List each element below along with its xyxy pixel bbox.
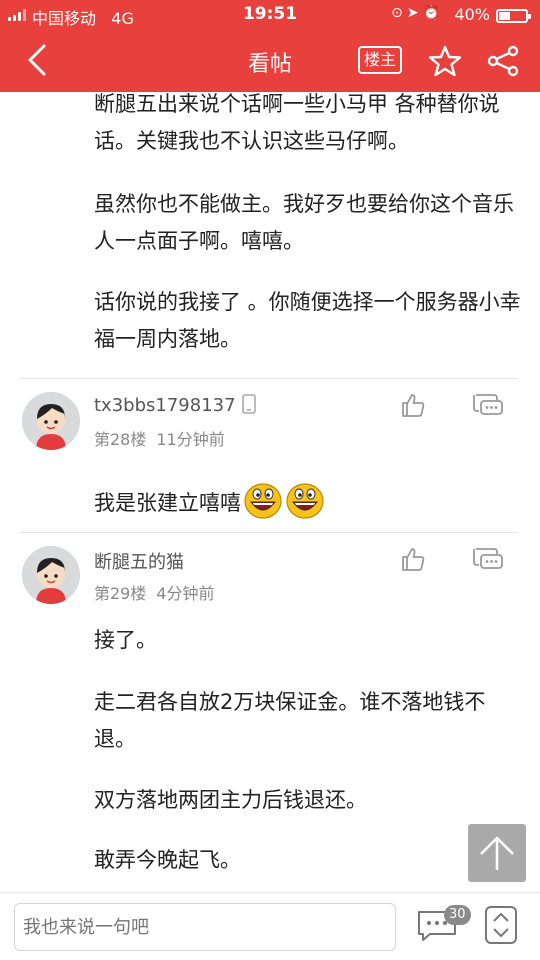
default-avatar-icon: [22, 392, 80, 450]
thumbs-up-icon[interactable]: [400, 392, 426, 418]
scroll-to-top-button[interactable]: [468, 824, 526, 882]
location-icon: ➤: [406, 5, 423, 21]
floor-label: 第28楼: [94, 430, 147, 449]
top-bar: 中国移动 4G 19:51 ⊙➤⏰ 40% 看帖 楼主: [0, 0, 540, 92]
star-icon[interactable]: [428, 44, 462, 78]
share-icon[interactable]: [486, 44, 520, 78]
orientation-lock-icon: ⊙: [391, 5, 407, 21]
reply-text: 接了。: [94, 628, 157, 652]
reply-username[interactable]: tx3bbs1798137: [94, 394, 256, 416]
bottom-bar: 30: [0, 892, 540, 960]
avatar[interactable]: [22, 546, 80, 604]
reply-comment-icon[interactable]: [472, 392, 504, 418]
laughing-emoji-icon: [244, 483, 282, 519]
laughing-emoji-icon: [286, 483, 324, 519]
floor-label: 第29楼: [94, 584, 147, 603]
thread-content[interactable]: 断腿五出来说个话啊一些小马甲 各种替你说话。关键我也不认识这些马仔啊。 虽然你也…: [0, 92, 540, 892]
reply-input[interactable]: [14, 903, 396, 951]
battery-icon: [496, 9, 531, 23]
divider: [20, 378, 518, 379]
reply-text: 敢弄今晚起飞。: [94, 848, 241, 872]
reply-text: 走二君各自放2万块保证金。谁不落地钱不退。: [94, 690, 486, 751]
post-paragraph: 断腿五出来说个话啊一些小马甲 各种替你说话。关键我也不认识这些马仔啊。: [94, 92, 500, 153]
reply-time: 11分钟前: [156, 430, 225, 449]
only-op-button[interactable]: 楼主: [358, 46, 402, 74]
reply-text: 我是张建立嘻嘻: [94, 480, 524, 522]
post-paragraph: 话你说的我接了 。你随便选择一个服务器小幸福一周内落地。: [94, 290, 521, 351]
arrow-up-icon: [480, 836, 514, 870]
reply-meta: 第29楼 4分钟前: [94, 580, 215, 604]
comment-count-badge: 30: [444, 905, 471, 925]
reply-text: 双方落地两团主力后钱退还。: [94, 788, 367, 812]
status-icons: ⊙➤⏰: [391, 5, 444, 21]
phone-icon: [241, 394, 256, 414]
avatar[interactable]: [22, 392, 80, 450]
post-paragraph: 虽然你也不能做主。我好歹也要给你这个音乐人一点面子啊。嘻嘻。: [94, 192, 514, 253]
page-jump-icon[interactable]: [484, 905, 518, 945]
default-avatar-icon: [22, 546, 80, 604]
reply-username[interactable]: 断腿五的猫: [94, 548, 184, 574]
battery-percent: 40%: [454, 5, 490, 24]
reply-meta: 第28楼 11分钟前: [94, 426, 225, 450]
reply-time: 4分钟前: [156, 584, 215, 603]
thumbs-up-icon[interactable]: [400, 546, 426, 572]
status-bar: 中国移动 4G 19:51 ⊙➤⏰ 40%: [0, 0, 540, 32]
alarm-icon: ⏰: [422, 5, 444, 21]
divider: [20, 532, 518, 533]
reply-comment-icon[interactable]: [472, 546, 504, 572]
